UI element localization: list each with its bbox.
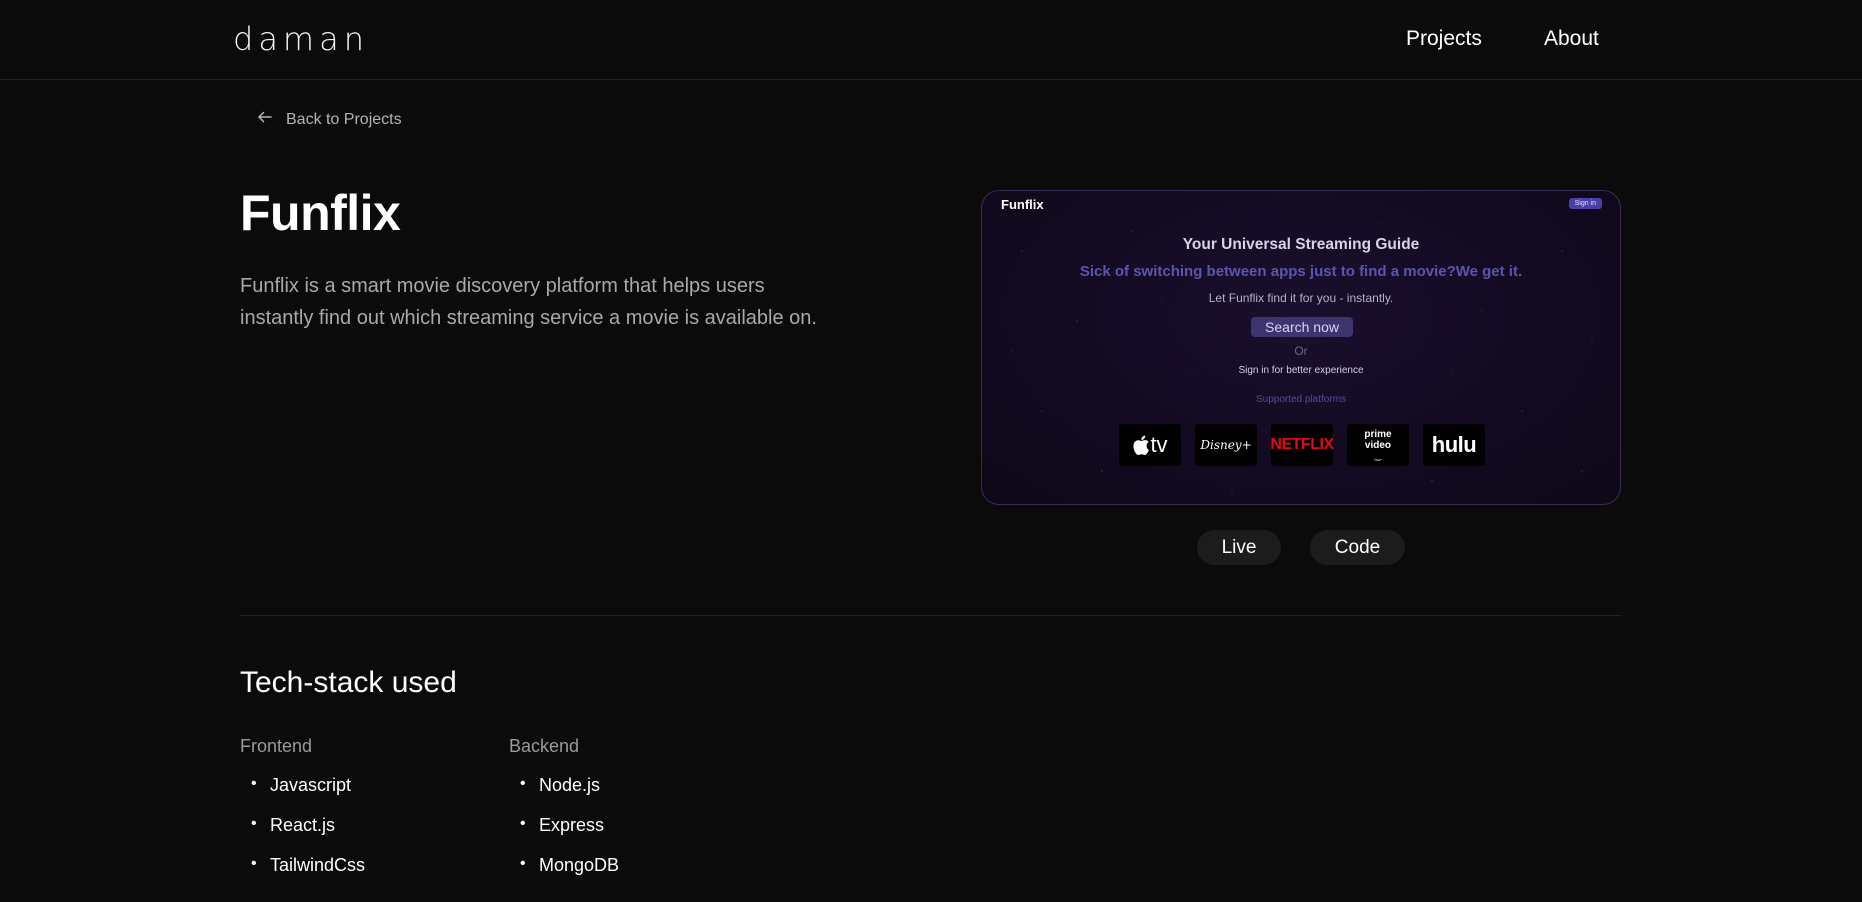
bullet-icon: • xyxy=(251,855,257,872)
frontend-label: Frontend xyxy=(240,736,313,756)
list-item: • TailwindCss xyxy=(240,855,365,895)
code-button[interactable]: Code xyxy=(1310,530,1405,565)
list-item: • MongoDB xyxy=(509,855,619,895)
back-link-label: Back to Projects xyxy=(286,110,402,128)
bullet-icon: • xyxy=(520,775,526,792)
netflix-logo: NETFLIX xyxy=(1270,424,1334,466)
section-divider xyxy=(240,615,1621,616)
nav-link-projects[interactable]: Projects xyxy=(1406,27,1482,51)
project-description: Funflix is a smart movie discovery platf… xyxy=(240,275,817,329)
tech-item-label: Javascript xyxy=(270,775,352,795)
bullet-icon: • xyxy=(520,815,526,832)
tech-item-label: MongoDB xyxy=(539,855,620,875)
tech-item-label: Node.js xyxy=(539,775,601,795)
list-item: • Node.js xyxy=(509,775,619,815)
preview-search-button: Search now xyxy=(1251,317,1353,337)
project-preview-image: Funflix Sign in Your Universal Streaming… xyxy=(981,190,1621,505)
tech-item-label: TailwindCss xyxy=(270,855,366,875)
live-button[interactable]: Live xyxy=(1197,530,1281,565)
prime-video-logo: prime video ‿ xyxy=(1347,424,1409,466)
tech-item-label: React.js xyxy=(270,815,336,835)
site-logo[interactable]: daman xyxy=(233,20,369,58)
preview-heading: Your Universal Streaming Guide xyxy=(1182,236,1420,253)
video-text: video xyxy=(1364,439,1392,451)
project-title: Funflix xyxy=(240,185,401,241)
disney-plus-logo: Disney+ xyxy=(1195,424,1257,466)
frontend-list: • Javascript • React.js • TailwindCss xyxy=(240,775,365,895)
apple-tv-text: tv xyxy=(1150,432,1168,457)
nav-link-about[interactable]: About xyxy=(1544,27,1599,51)
hulu-logo: hulu xyxy=(1423,424,1485,466)
apple-icon xyxy=(1133,435,1150,455)
frontend-column: Frontend • Javascript • React.js • Tailwind… xyxy=(240,736,365,895)
backend-list: • Node.js • Express • MongoDB xyxy=(509,775,619,895)
smile-icon: ‿ xyxy=(1374,451,1382,461)
arrow-left-icon xyxy=(256,108,274,131)
list-item: • Express xyxy=(509,815,619,855)
bullet-icon: • xyxy=(251,775,257,792)
bullet-icon: • xyxy=(520,855,526,872)
back-to-projects-link[interactable]: Back to Projects xyxy=(256,108,402,131)
preview-sign-in-button: Sign in xyxy=(1568,198,1602,209)
platform-logos: tv Disney+ NETFLIX prime video ‿ hulu xyxy=(1119,424,1485,466)
backend-column: Backend • Node.js • Express • MongoDB xyxy=(509,736,619,895)
preview-subtext: Let Funflix find it for you - instantly. xyxy=(1208,291,1394,305)
top-nav: daman Projects About xyxy=(0,0,1862,80)
preview-sign-in-note: Sign in for better experience xyxy=(1238,365,1364,376)
tech-stack-title: Tech-stack used xyxy=(240,666,457,699)
preview-or: Or xyxy=(1294,344,1308,358)
preview-supported-label: Supported platforms xyxy=(1255,394,1347,405)
list-item: • Javascript xyxy=(240,775,365,815)
list-item: • React.js xyxy=(240,815,365,855)
backend-label: Backend xyxy=(509,736,580,756)
preview-brand: Funflix xyxy=(1001,197,1044,212)
apple-tv-logo: tv xyxy=(1119,424,1181,466)
prime-text: prime xyxy=(1364,428,1392,440)
preview-tagline: Sick of switching between apps just to f… xyxy=(1079,263,1523,280)
bullet-icon: • xyxy=(251,815,257,832)
tech-item-label: Express xyxy=(539,815,605,835)
